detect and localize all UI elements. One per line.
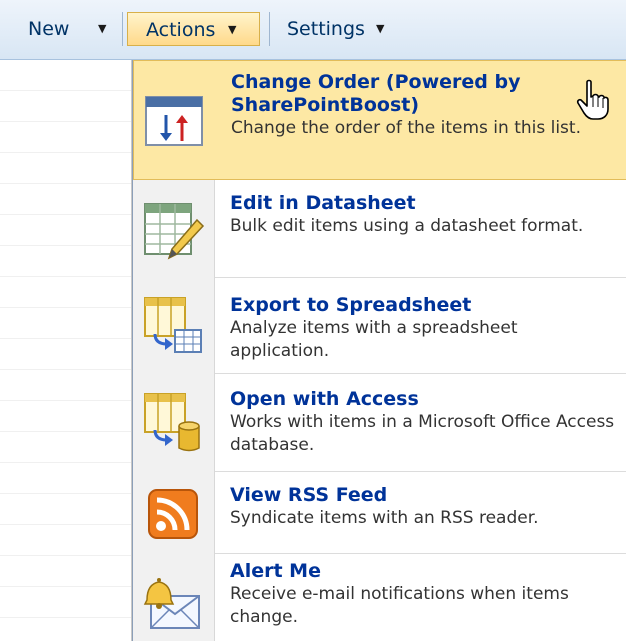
actions-menu-button[interactable]: Actions ▼	[127, 12, 260, 46]
menu-item-description: Works with items in a Microsoft Office A…	[230, 412, 615, 455]
menu-item-description: Bulk edit items using a datasheet format…	[230, 216, 584, 236]
menu-item-title: Edit in Datasheet	[230, 192, 416, 214]
menu-item-change-order[interactable]: Change Order (Powered by SharePointBoost…	[133, 60, 626, 180]
menu-item-title: Alert Me	[230, 560, 321, 582]
menu-item-open-access[interactable]: Open with Access Works with items in a M…	[133, 374, 626, 472]
rss-icon	[148, 489, 198, 539]
settings-menu-label: Settings	[287, 18, 365, 40]
menu-item-title: View RSS Feed	[230, 484, 388, 506]
access-database-icon	[144, 393, 200, 452]
datasheet-edit-icon	[144, 203, 205, 260]
menu-item-description: Receive e-mail notifications when items …	[230, 584, 569, 627]
menu-item-description: Analyze items with a spreadsheet applica…	[230, 318, 518, 361]
menu-item-export-spreadsheet[interactable]: Export to Spreadsheet Analyze items with…	[133, 278, 626, 374]
menu-item-title: Change Order (Powered by SharePointBoost…	[231, 71, 521, 116]
list-background	[0, 60, 132, 641]
toolbar-separator	[122, 12, 123, 46]
menu-item-description: Change the order of the items in this li…	[231, 118, 581, 138]
toolbar-separator	[269, 12, 270, 46]
chevron-down-icon: ▼	[228, 23, 237, 36]
menu-item-title: Export to Spreadsheet	[230, 294, 472, 316]
settings-menu-button[interactable]: Settings ▼	[283, 12, 403, 46]
menu-item-alert-me[interactable]: Alert Me Receive e-mail notifications wh…	[133, 554, 626, 641]
new-menu-button[interactable]: New ▼	[18, 12, 120, 46]
change-order-icon	[145, 96, 203, 146]
hand-pointer-cursor-icon	[576, 79, 609, 120]
list-toolbar: New ▼ Actions ▼ Settings ▼	[0, 0, 626, 60]
actions-menu-label: Actions	[146, 19, 216, 41]
actions-dropdown-menu: Change Order (Powered by SharePointBoost…	[132, 60, 626, 641]
chevron-down-icon: ▼	[376, 22, 385, 35]
menu-item-edit-datasheet[interactable]: Edit in Datasheet Bulk edit items using …	[133, 180, 626, 278]
export-spreadsheet-icon	[144, 297, 202, 353]
new-menu-label: New	[28, 18, 70, 40]
chevron-down-icon: ▼	[98, 22, 107, 35]
alert-envelope-icon	[143, 578, 200, 629]
menu-item-rss-feed[interactable]: View RSS Feed Syndicate items with an RS…	[133, 472, 626, 554]
menu-item-title: Open with Access	[230, 388, 419, 410]
menu-item-description: Syndicate items with an RSS reader.	[230, 508, 539, 528]
